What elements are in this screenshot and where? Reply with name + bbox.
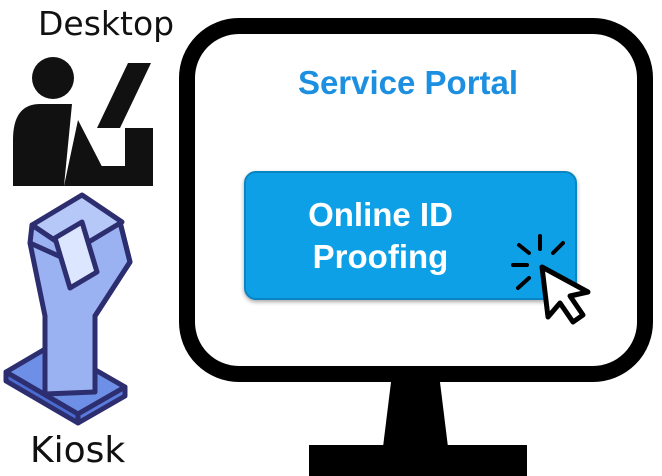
button-label-line-2: Proofing [312,237,449,275]
desktop-label: Desktop [38,4,175,43]
kiosk-label: Kiosk [30,430,126,471]
button-label-line-1: Online ID [308,195,453,233]
desktop-user-icon [13,57,153,186]
service-portal-title: Service Portal [297,64,519,101]
kiosk-icon [3,192,133,426]
online-id-proofing-button[interactable]: Online ID Proofing [244,171,577,300]
